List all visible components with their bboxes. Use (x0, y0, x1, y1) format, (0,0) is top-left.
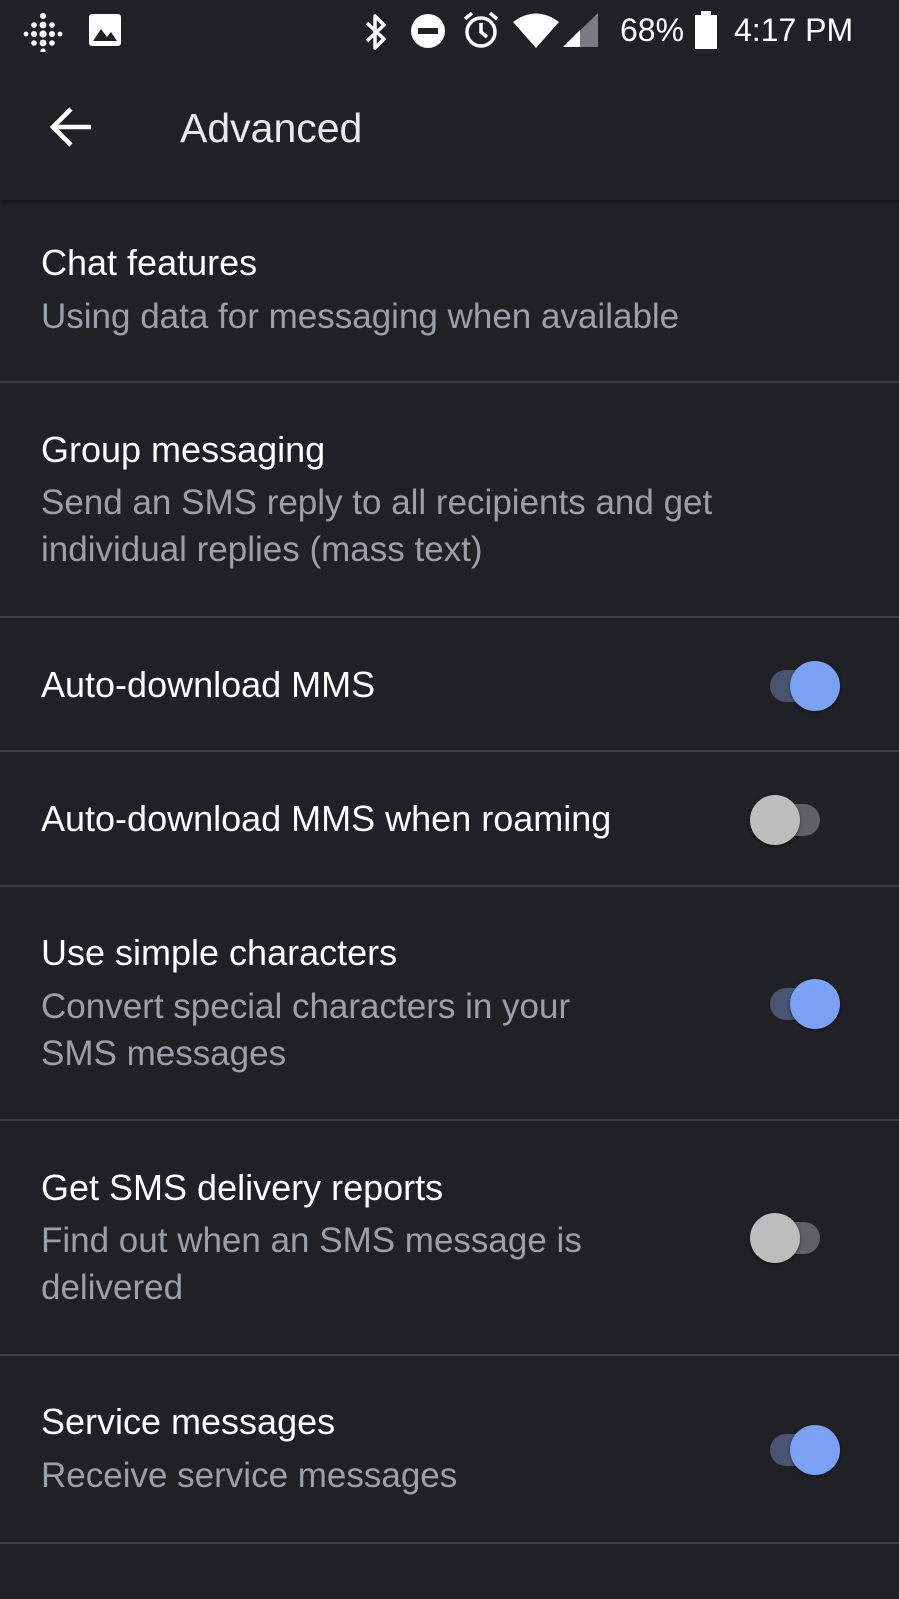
setting-title: Auto-download MMS when roaming (41, 798, 612, 839)
clock: 4:17 PM (734, 12, 854, 48)
setting-description: Using data for messaging when available (41, 297, 680, 336)
arrow-back-icon (49, 107, 91, 147)
setting-title: Auto-download MMS (41, 664, 376, 705)
toggle-thumb (790, 1425, 840, 1475)
toggle-thumb (790, 661, 840, 711)
alarm-icon (463, 11, 499, 48)
do-not-disturb-icon (411, 14, 445, 48)
status-bar: 68% 4:17 PM (0, 0, 899, 62)
fitbit-icon (23, 13, 63, 52)
setting-title: Service messages (41, 1401, 336, 1442)
toggle-thumb (750, 1213, 800, 1263)
setting-description: Send an SMS reply to all recipients and … (41, 483, 713, 569)
setting-description: Find out when an SMS message is delivere… (41, 1221, 582, 1307)
back-button[interactable] (26, 82, 116, 172)
toggle-thumb (750, 795, 800, 845)
setting-sms-delivery-reports[interactable]: Get SMS delivery reports Find out when a… (0, 1121, 899, 1356)
bluetooth-icon (365, 14, 386, 50)
page-title: Advanced (180, 105, 363, 151)
setting-service-messages[interactable]: Service messages Receive service message… (0, 1356, 899, 1544)
setting-description: Convert special characters in your SMS m… (41, 987, 571, 1073)
use-simple-characters-toggle[interactable] (760, 976, 840, 1032)
wifi-icon (513, 13, 559, 48)
toggle-thumb (790, 979, 840, 1029)
setting-auto-download-mms[interactable]: Auto-download MMS (0, 618, 899, 752)
setting-title: Use simple characters (41, 932, 398, 973)
sms-delivery-reports-toggle[interactable] (750, 1210, 830, 1266)
battery-icon (695, 11, 717, 49)
setting-description: Receive service messages (41, 1456, 458, 1495)
setting-use-simple-characters[interactable]: Use simple characters Convert special ch… (0, 887, 899, 1121)
auto-download-mms-toggle[interactable] (760, 658, 840, 714)
setting-title: Get SMS delivery reports (41, 1167, 444, 1208)
cellular-signal-icon (563, 13, 598, 47)
setting-title: Group messaging (41, 429, 326, 470)
auto-download-mms-roaming-toggle[interactable] (750, 792, 830, 848)
setting-group-messaging[interactable]: Group messaging Send an SMS reply to all… (0, 383, 899, 618)
app-bar: Advanced (0, 62, 899, 200)
setting-auto-download-mms-roaming[interactable]: Auto-download MMS when roaming (0, 752, 899, 887)
setting-title: Chat features (41, 242, 258, 283)
setting-chat-features[interactable]: Chat features Using data for messaging w… (0, 200, 899, 383)
settings-list: Chat features Using data for messaging w… (0, 200, 899, 1544)
service-messages-toggle[interactable] (760, 1422, 840, 1478)
image-notification-icon (89, 14, 121, 46)
battery-percent: 68% (620, 12, 685, 48)
